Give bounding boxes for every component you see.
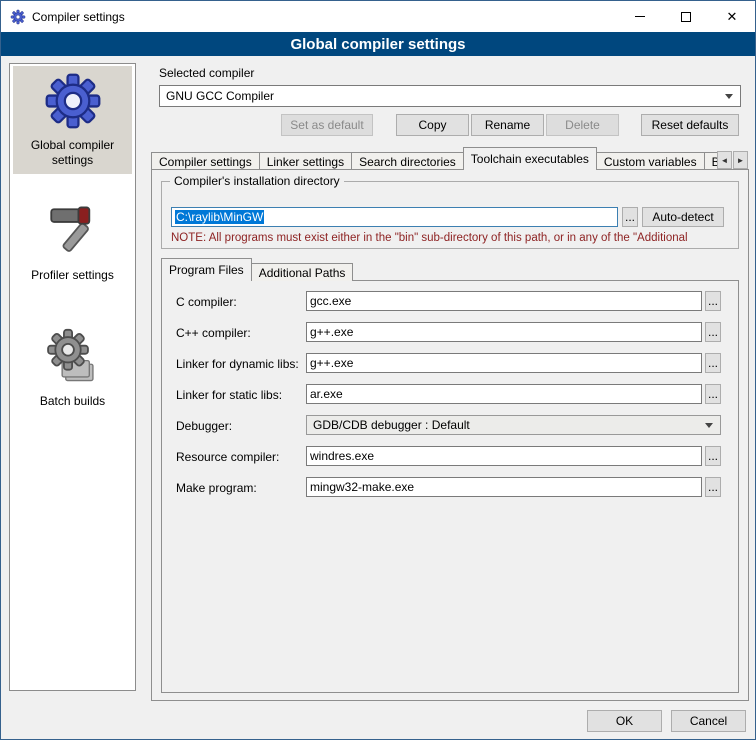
sidebar-item-label: Batch builds: [40, 394, 105, 409]
cpp-compiler-browse-button[interactable]: ...: [705, 322, 721, 342]
installation-directory-value: C:\raylib\MinGW: [175, 210, 264, 224]
make-program-input[interactable]: [306, 477, 702, 497]
cpp-compiler-label: C++ compiler:: [176, 326, 251, 340]
linker-static-browse-button[interactable]: ...: [705, 384, 721, 404]
sidebar-item-label: Profiler settings: [31, 268, 114, 283]
tab-program-files[interactable]: Program Files: [161, 258, 252, 281]
installation-directory-browse-button[interactable]: ...: [622, 207, 638, 227]
minimize-button[interactable]: [617, 1, 663, 32]
ok-button[interactable]: OK: [587, 710, 662, 732]
resource-compiler-browse-button[interactable]: ...: [705, 446, 721, 466]
main-tabstrip: Compiler settings Linker settings Search…: [151, 147, 717, 170]
cpp-compiler-input[interactable]: [306, 322, 702, 342]
make-program-browse-button[interactable]: ...: [705, 477, 721, 497]
program-tabstrip: Program Files Additional Paths: [161, 258, 561, 281]
make-program-label: Make program:: [176, 481, 257, 495]
rename-button[interactable]: Rename: [471, 114, 544, 136]
delete-button[interactable]: Delete: [546, 114, 619, 136]
cancel-button[interactable]: Cancel: [671, 710, 746, 732]
sidebar-item-profiler-settings[interactable]: Profiler settings: [13, 196, 132, 289]
debugger-label: Debugger:: [176, 419, 232, 433]
profiler-hammer-icon: [44, 202, 102, 260]
selected-compiler-label: Selected compiler: [159, 66, 254, 80]
c-compiler-browse-button[interactable]: ...: [705, 291, 721, 311]
auto-detect-button[interactable]: Auto-detect: [642, 207, 724, 227]
resource-compiler-input[interactable]: [306, 446, 702, 466]
close-icon: ✕: [727, 10, 738, 23]
tab-additional-paths[interactable]: Additional Paths: [251, 263, 354, 281]
maximize-button[interactable]: [663, 1, 709, 32]
installation-directory-input[interactable]: C:\raylib\MinGW: [171, 207, 618, 227]
installation-directory-group-title: Compiler's installation directory: [170, 174, 344, 188]
compiler-settings-dialog: Compiler settings ✕ Global compiler sett…: [0, 0, 756, 740]
global-compiler-gear-icon: [44, 72, 102, 130]
settings-category-list: Global compiler settings Profiler settin…: [9, 63, 136, 691]
close-button[interactable]: ✕: [709, 1, 755, 32]
minimize-icon: [635, 16, 645, 17]
c-compiler-input[interactable]: [306, 291, 702, 311]
copy-button[interactable]: Copy: [396, 114, 469, 136]
chevron-down-icon: [725, 94, 733, 99]
linker-dynamic-label: Linker for dynamic libs:: [176, 357, 299, 371]
sidebar-item-global-compiler-settings[interactable]: Global compiler settings: [13, 66, 132, 174]
app-gear-icon: [10, 9, 26, 25]
linker-static-input[interactable]: [306, 384, 702, 404]
tab-scroll-right-button[interactable]: ►: [733, 151, 748, 169]
sidebar-item-batch-builds[interactable]: Batch builds: [13, 322, 132, 415]
titlebar: Compiler settings ✕: [1, 1, 755, 32]
compiler-select-value: GNU GCC Compiler: [166, 89, 274, 103]
sidebar-item-label: Global compiler settings: [15, 138, 130, 168]
tab-scroll-left-button[interactable]: ◄: [717, 151, 732, 169]
tab-build-options[interactable]: Buil: [704, 152, 717, 170]
tab-toolchain-executables[interactable]: Toolchain executables: [463, 147, 597, 170]
linker-dynamic-browse-button[interactable]: ...: [705, 353, 721, 373]
linker-dynamic-input[interactable]: [306, 353, 702, 373]
resource-compiler-label: Resource compiler:: [176, 450, 279, 464]
page-title: Global compiler settings: [1, 32, 755, 56]
reset-defaults-button[interactable]: Reset defaults: [641, 114, 739, 136]
compiler-select[interactable]: GNU GCC Compiler: [159, 85, 741, 107]
tab-search-directories[interactable]: Search directories: [351, 152, 464, 170]
tab-custom-variables[interactable]: Custom variables: [596, 152, 705, 170]
maximize-icon: [681, 12, 691, 22]
tab-compiler-settings[interactable]: Compiler settings: [151, 152, 260, 170]
c-compiler-label: C compiler:: [176, 295, 237, 309]
linker-static-label: Linker for static libs:: [176, 388, 282, 402]
debugger-select-value: GDB/CDB debugger : Default: [313, 418, 470, 432]
set-as-default-button[interactable]: Set as default: [281, 114, 373, 136]
chevron-down-icon: [705, 423, 713, 428]
window-title: Compiler settings: [32, 10, 125, 24]
debugger-select[interactable]: GDB/CDB debugger : Default: [306, 415, 721, 435]
installation-note: NOTE: All programs must exist either in …: [171, 232, 744, 244]
batch-builds-gears-icon: [44, 328, 102, 386]
tab-linker-settings[interactable]: Linker settings: [259, 152, 352, 170]
